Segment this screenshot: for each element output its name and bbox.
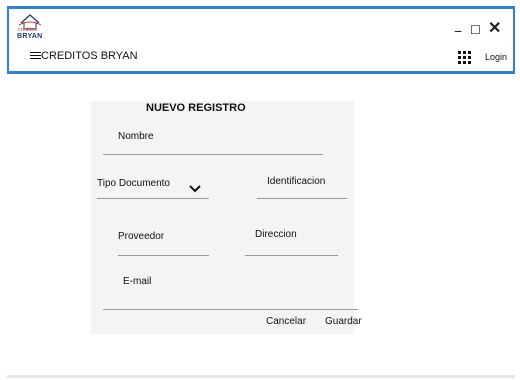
minimize-button[interactable]: − (454, 24, 462, 38)
identificacion-field[interactable] (257, 198, 347, 199)
proveedor-field[interactable] (118, 255, 209, 256)
window-border-left (7, 6, 9, 74)
grid-icon[interactable] (458, 51, 471, 64)
window-border-right (513, 6, 515, 74)
form-title: NUEVO REGISTRO (146, 102, 246, 114)
proveedor-label: Proveedor (118, 231, 165, 242)
direccion-field[interactable] (245, 255, 338, 256)
direccion-label: Direccion (255, 229, 297, 240)
window-border-bottom (7, 71, 515, 74)
identificacion-label: Identificacion (267, 176, 326, 187)
hamburger-icon[interactable] (30, 52, 41, 60)
cancel-button[interactable]: Cancelar (266, 316, 306, 327)
maximize-button[interactable]: ☐ (470, 23, 481, 37)
chevron-down-icon (189, 180, 201, 198)
tipo-documento-value: Tipo Documento (97, 178, 170, 189)
close-button[interactable]: ✕ (488, 21, 501, 37)
tipo-documento-underline (97, 198, 209, 199)
logo-text-brand: BRYAN (17, 33, 43, 40)
email-label: E-mail (123, 276, 152, 287)
app-title: CREDITOS BRYAN (41, 50, 138, 62)
save-button[interactable]: Guardar (325, 316, 362, 327)
tipo-documento-select[interactable]: Tipo Documento (97, 175, 209, 199)
window-border-top (7, 6, 515, 9)
nombre-field[interactable] (103, 154, 323, 155)
email-field[interactable] (103, 309, 358, 310)
nombre-label: Nombre (118, 131, 154, 142)
login-link[interactable]: Login (485, 52, 507, 62)
bottom-divider (7, 375, 515, 378)
